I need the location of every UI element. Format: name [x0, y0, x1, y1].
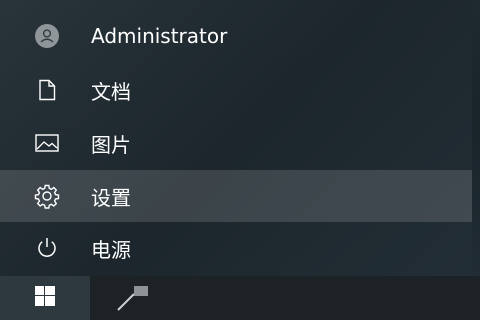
pinned-app-button[interactable] [112, 282, 156, 314]
power-label: 电源 [91, 237, 131, 262]
windows-logo-icon [35, 286, 55, 310]
gear-icon [30, 179, 64, 213]
documents-label: 文档 [91, 79, 131, 104]
settings-label: 设置 [91, 185, 131, 210]
pictures-item[interactable]: 图片 [0, 117, 472, 169]
documents-item[interactable]: 文档 [0, 64, 472, 116]
account-item[interactable]: Administrator [0, 10, 472, 62]
taskbar [0, 276, 480, 320]
power-icon [30, 231, 64, 265]
document-icon [30, 73, 64, 107]
picture-icon [30, 126, 64, 160]
account-label: Administrator [91, 24, 228, 48]
pictures-label: 图片 [91, 132, 131, 157]
app-icon [112, 286, 156, 318]
start-menu: Administrator 文档 图片 设置 电源 [0, 0, 472, 276]
power-item[interactable]: 电源 [0, 222, 472, 274]
start-button[interactable] [0, 276, 90, 320]
user-avatar-icon [30, 19, 64, 53]
settings-item[interactable]: 设置 [0, 170, 472, 222]
